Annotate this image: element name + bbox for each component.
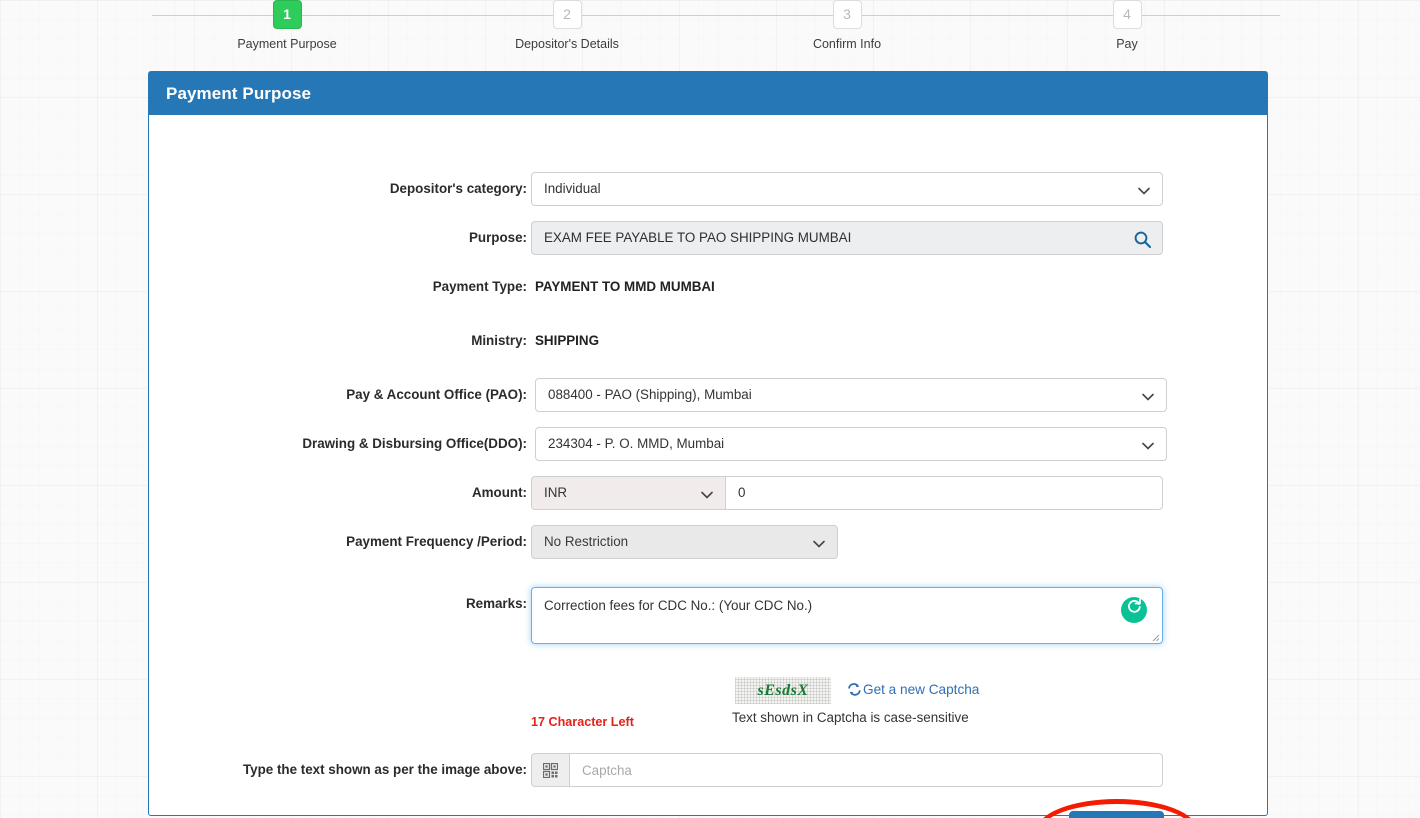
- ddo-control[interactable]: 234304 - P. O. MMD, Mumbai: [535, 427, 1167, 461]
- payment-frequency-select[interactable]: No Restriction: [531, 525, 838, 559]
- row-pao: Pay & Account Office (PAO): 088400 - PAO…: [149, 378, 1267, 412]
- captcha-case-note: Text shown in Captcha is case-sensitive: [732, 710, 969, 725]
- stepper-step-4[interactable]: 4 Pay: [1037, 0, 1217, 51]
- captcha-input[interactable]: [569, 753, 1163, 787]
- refresh-icon[interactable]: [1121, 597, 1147, 623]
- chevron-down-icon: [813, 526, 825, 560]
- row-ddo: Drawing & Disbursing Office(DDO): 234304…: [149, 427, 1267, 461]
- ddo-label: Drawing & Disbursing Office(DDO):: [302, 436, 527, 451]
- remarks-textarea[interactable]: Correction fees for CDC No.: (Your CDC N…: [531, 587, 1163, 644]
- stepper-step-3-number: 3: [832, 0, 862, 29]
- pao-label: Pay & Account Office (PAO):: [346, 387, 527, 402]
- stepper-step-4-label: Pay: [1116, 37, 1138, 51]
- row-payment-type: Payment Type: PAYMENT TO MMD MUMBAI: [149, 270, 1267, 304]
- purpose-field[interactable]: EXAM FEE PAYABLE TO PAO SHIPPING MUMBAI: [531, 221, 1163, 255]
- ministry-label: Ministry:: [471, 333, 527, 348]
- chevron-down-icon: [701, 477, 713, 511]
- captcha-image: sEsdsX: [735, 677, 831, 704]
- row-purpose: Purpose: EXAM FEE PAYABLE TO PAO SHIPPIN…: [149, 221, 1267, 255]
- row-payment-frequency: Payment Frequency /Period: No Restrictio…: [149, 525, 1267, 559]
- row-amount: Amount: INR 0: [149, 476, 1267, 510]
- depositor-category-value: Individual: [544, 181, 601, 196]
- payment-purpose-panel: Payment Purpose Depositor's category: In…: [148, 71, 1268, 818]
- row-ministry: Ministry: SHIPPING: [149, 324, 1267, 358]
- chevron-down-icon: [1138, 173, 1150, 207]
- ddo-value: 234304 - P. O. MMD, Mumbai: [548, 436, 725, 451]
- add-button[interactable]: Add: [1069, 811, 1164, 818]
- ministry-value: SHIPPING: [535, 333, 599, 348]
- amount-value: 0: [738, 485, 746, 500]
- depositor-category-control[interactable]: Individual: [531, 172, 1163, 206]
- payment-type-value: PAYMENT TO MMD MUMBAI: [535, 279, 715, 294]
- stepper-step-2[interactable]: 2 Depositor's Details: [477, 0, 657, 51]
- captcha-input-group: [531, 753, 1163, 787]
- resize-grip-icon[interactable]: [1150, 632, 1160, 642]
- progress-stepper: 1 Payment Purpose 2 Depositor's Details …: [0, 0, 1420, 60]
- chevron-down-icon: [1142, 428, 1154, 462]
- amount-currency-value: INR: [544, 485, 568, 500]
- remarks-control: Correction fees for CDC No.: (Your CDC N…: [531, 587, 1163, 644]
- depositor-category-select[interactable]: Individual: [531, 172, 1163, 206]
- pao-control[interactable]: 088400 - PAO (Shipping), Mumbai: [535, 378, 1167, 412]
- search-icon[interactable]: [1133, 229, 1152, 261]
- stepper-step-3-label: Confirm Info: [812, 37, 882, 51]
- chevron-down-icon: [1142, 379, 1154, 413]
- stepper-step-4-number: 4: [1112, 0, 1142, 29]
- stepper-step-3[interactable]: 3 Confirm Info: [757, 0, 937, 51]
- captcha-image-text: sEsdsX: [757, 682, 809, 699]
- captcha-input-label: Type the text shown as per the image abo…: [242, 762, 527, 777]
- payment-frequency-value: No Restriction: [544, 534, 629, 549]
- pao-select[interactable]: 088400 - PAO (Shipping), Mumbai: [535, 378, 1167, 412]
- purpose-label: Purpose:: [468, 230, 527, 245]
- qrcode-icon: [531, 753, 569, 787]
- ddo-select[interactable]: 234304 - P. O. MMD, Mumbai: [535, 427, 1167, 461]
- stepper-step-2-number: 2: [552, 0, 582, 29]
- get-new-captcha-label: Get a new Captcha: [863, 682, 980, 697]
- payment-type-label: Payment Type:: [432, 279, 527, 294]
- panel-title: Payment Purpose: [149, 72, 1267, 115]
- stepper-step-1-label: Payment Purpose: [237, 37, 337, 51]
- amount-label: Amount:: [471, 485, 527, 500]
- purpose-value: EXAM FEE PAYABLE TO PAO SHIPPING MUMBAI: [544, 230, 852, 245]
- payment-type-control: PAYMENT TO MMD MUMBAI: [535, 270, 715, 304]
- payment-frequency-label: Payment Frequency /Period:: [346, 534, 527, 549]
- stepper-step-1[interactable]: 1 Payment Purpose: [197, 0, 377, 51]
- row-depositor-category: Depositor's category: Individual: [149, 172, 1267, 206]
- remarks-char-count: 17 Character Left: [531, 715, 634, 729]
- purpose-control[interactable]: EXAM FEE PAYABLE TO PAO SHIPPING MUMBAI: [531, 221, 1163, 255]
- amount-input[interactable]: 0: [725, 476, 1163, 510]
- amount-control: INR 0: [531, 476, 1163, 510]
- amount-currency-select[interactable]: INR: [531, 476, 726, 510]
- depositor-category-label: Depositor's category:: [389, 181, 527, 196]
- stepper-step-2-label: Depositor's Details: [515, 37, 619, 51]
- remarks-label: Remarks:: [465, 596, 527, 611]
- ministry-control: SHIPPING: [535, 324, 599, 358]
- panel-body: Depositor's category: Individual Purpose…: [149, 115, 1267, 818]
- payment-frequency-control[interactable]: No Restriction: [531, 525, 838, 559]
- pao-value: 088400 - PAO (Shipping), Mumbai: [548, 387, 752, 402]
- stepper-step-1-number: 1: [272, 0, 302, 29]
- remarks-value: Correction fees for CDC No.: (Your CDC N…: [544, 598, 813, 613]
- get-new-captcha-link[interactable]: Get a new Captcha: [847, 682, 979, 697]
